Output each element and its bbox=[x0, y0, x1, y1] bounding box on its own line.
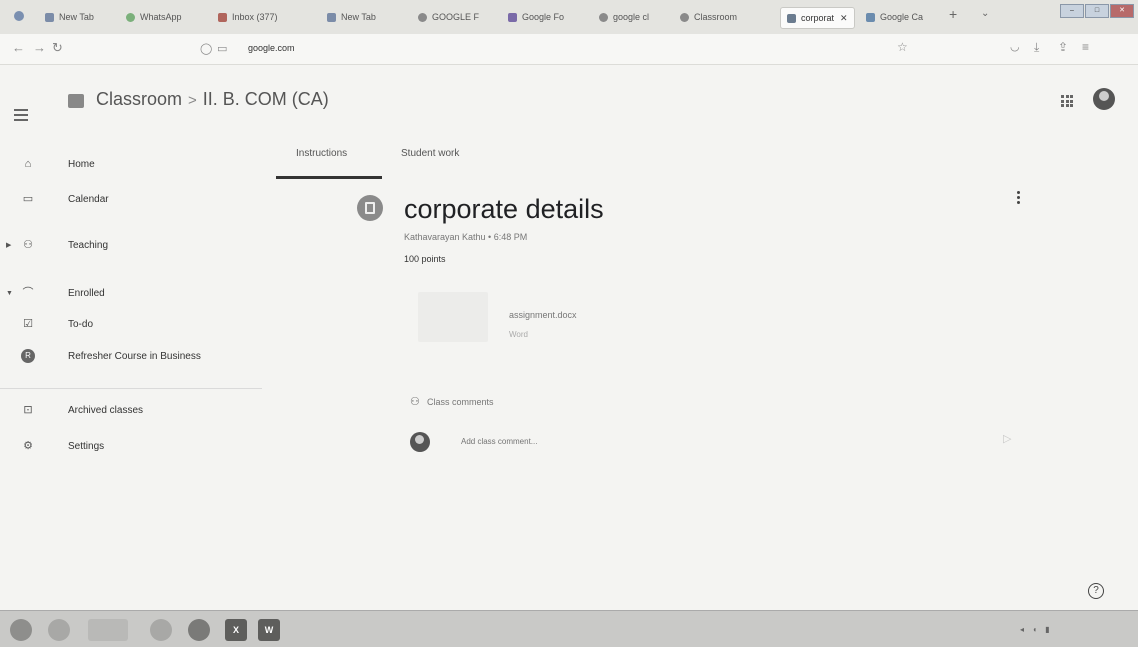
forward-icon[interactable]: → bbox=[33, 40, 46, 55]
tab-instructions[interactable]: Instructions bbox=[296, 148, 347, 159]
expand-arrow-icon[interactable]: ▶ bbox=[6, 241, 11, 249]
system-tray[interactable]: ◂ ◖ ▮ bbox=[1020, 625, 1053, 634]
assignment-icon bbox=[357, 195, 383, 221]
reload-icon[interactable]: ↻ bbox=[52, 40, 63, 56]
class-comment-input[interactable] bbox=[461, 437, 961, 446]
browser-tab[interactable]: Inbox (377) bbox=[218, 8, 278, 26]
settings-icon: ⚙ bbox=[23, 440, 33, 452]
google-icon bbox=[418, 12, 427, 22]
start-button-icon[interactable] bbox=[10, 619, 32, 641]
attachment-type: Word bbox=[509, 330, 528, 339]
app-name[interactable]: Classroom bbox=[96, 89, 182, 109]
excel-icon[interactable]: X bbox=[225, 619, 247, 641]
class-comments-label[interactable]: Class comments bbox=[427, 397, 494, 407]
firefox-menu-icon[interactable] bbox=[14, 11, 24, 21]
people-icon: ⚇ bbox=[410, 396, 420, 408]
list-tabs-icon[interactable]: ⌄ bbox=[981, 8, 989, 19]
browser-tab[interactable]: GOOGLE F bbox=[418, 8, 498, 26]
browser-tab[interactable]: Google Ca bbox=[866, 8, 941, 26]
calendar-icon: ▭ bbox=[22, 193, 34, 205]
course-avatar: R bbox=[21, 349, 35, 363]
google-apps-icon[interactable] bbox=[1061, 95, 1073, 107]
archive-icon: ⊡ bbox=[23, 404, 33, 416]
graduation-cap-icon: ⌒ bbox=[22, 287, 34, 299]
close-window-icon[interactable]: ✕ bbox=[1110, 4, 1134, 18]
pocket-icon[interactable]: ◡ bbox=[1010, 40, 1020, 53]
attachment-card[interactable]: assignment.docx Word bbox=[404, 282, 682, 352]
active-tab-indicator bbox=[276, 176, 382, 179]
assignment-meta: Kathavarayan Kathu • 6:48 PM bbox=[404, 232, 528, 242]
windows-taskbar: X W ◂ ◖ ▮ bbox=[0, 610, 1138, 647]
new-tab-icon[interactable]: + bbox=[949, 6, 957, 22]
todo-icon: ☑ bbox=[23, 318, 33, 330]
window-controls: – □ ✕ bbox=[1060, 4, 1134, 18]
whatsapp-icon bbox=[126, 12, 135, 22]
google-forms-icon bbox=[508, 12, 517, 22]
minimize-icon[interactable]: – bbox=[1060, 4, 1084, 18]
collapse-arrow-icon[interactable]: ▼ bbox=[6, 290, 13, 297]
attachment-thumbnail bbox=[418, 292, 488, 342]
classroom-logo-icon bbox=[68, 94, 84, 108]
browser-tab-strip: New Tab WhatsApp Inbox (377) New Tab GOO… bbox=[0, 0, 1138, 35]
classroom-icon bbox=[787, 13, 796, 23]
attachment-name: assignment.docx bbox=[509, 310, 577, 320]
sidebar-item-teaching[interactable]: ▶ ⚇ Teaching bbox=[0, 233, 260, 257]
send-icon[interactable]: ▷ bbox=[1003, 432, 1011, 445]
help-icon[interactable]: ? bbox=[1088, 583, 1104, 599]
assignment-points: 100 points bbox=[404, 254, 446, 264]
extensions-icon[interactable]: ⇪ bbox=[1058, 40, 1068, 54]
tab-student-work[interactable]: Student work bbox=[401, 148, 459, 159]
breadcrumb-separator: > bbox=[188, 92, 197, 109]
gmail-icon bbox=[218, 12, 227, 22]
browser-tab[interactable]: New Tab bbox=[327, 8, 376, 26]
maximize-icon[interactable]: □ bbox=[1085, 4, 1109, 18]
file-explorer-icon[interactable] bbox=[88, 619, 128, 641]
google-icon bbox=[599, 12, 608, 22]
browser-nav-bar: ← → ↻ ◯ ▭ google.com ☆ ◡ ⤓ ⇪ ≡ bbox=[0, 34, 1138, 65]
more-options-icon[interactable] bbox=[1017, 191, 1020, 206]
media-player-icon[interactable] bbox=[150, 619, 172, 641]
close-tab-icon[interactable]: ✕ bbox=[840, 13, 848, 24]
download-icon[interactable]: ⤓ bbox=[1034, 40, 1039, 55]
sidebar-item-course[interactable]: R Refresher Course in Business bbox=[0, 344, 260, 368]
browser-tab[interactable]: WhatsApp bbox=[126, 8, 182, 26]
sidebar-item-todo[interactable]: ☑ To-do bbox=[0, 312, 260, 336]
internet-explorer-icon[interactable] bbox=[48, 619, 70, 641]
browser-tab[interactable]: Google Fo bbox=[508, 8, 588, 26]
sidebar-item-home[interactable]: ⌂ Home bbox=[0, 152, 260, 176]
account-avatar[interactable] bbox=[1093, 88, 1115, 110]
url-domain: google.com bbox=[248, 43, 295, 53]
sidebar-item-settings[interactable]: ⚙ Settings bbox=[0, 434, 260, 458]
back-icon[interactable]: ← bbox=[12, 40, 25, 55]
home-icon: ⌂ bbox=[24, 158, 32, 170]
sidebar-divider bbox=[0, 388, 262, 389]
hamburger-menu-icon[interactable]: ≡ bbox=[1082, 40, 1089, 54]
sidebar-item-enrolled[interactable]: ▼ ⌒ Enrolled bbox=[0, 281, 260, 305]
address-bar[interactable]: google.com bbox=[248, 43, 728, 53]
newtab-icon bbox=[45, 12, 54, 22]
lock-icon[interactable]: ▭ bbox=[217, 42, 227, 55]
breadcrumb: Classroom > II. B. COM (CA) bbox=[96, 89, 329, 110]
google-icon bbox=[680, 12, 689, 22]
newtab-icon bbox=[327, 12, 336, 22]
assignment-title: corporate details bbox=[404, 194, 604, 224]
sidebar-item-calendar[interactable]: ▭ Calendar bbox=[0, 187, 260, 211]
word-icon[interactable]: W bbox=[258, 619, 280, 641]
commenter-avatar bbox=[410, 432, 430, 452]
browser-tab[interactable]: New Tab bbox=[45, 8, 94, 26]
course-name[interactable]: II. B. COM (CA) bbox=[203, 89, 329, 109]
firefox-icon[interactable] bbox=[188, 619, 210, 641]
browser-tab[interactable]: google cl bbox=[599, 8, 674, 26]
browser-tab-active[interactable]: corporat ✕ bbox=[780, 7, 855, 29]
people-icon: ⚇ bbox=[23, 239, 33, 251]
bookmark-star-icon[interactable]: ☆ bbox=[897, 40, 908, 54]
main-menu-icon[interactable] bbox=[14, 109, 28, 124]
sidebar-item-archived[interactable]: ⊡ Archived classes bbox=[0, 398, 260, 422]
google-calendar-icon bbox=[866, 12, 875, 22]
shield-icon[interactable]: ◯ bbox=[200, 42, 212, 55]
browser-tab[interactable]: Classroom bbox=[680, 8, 760, 26]
